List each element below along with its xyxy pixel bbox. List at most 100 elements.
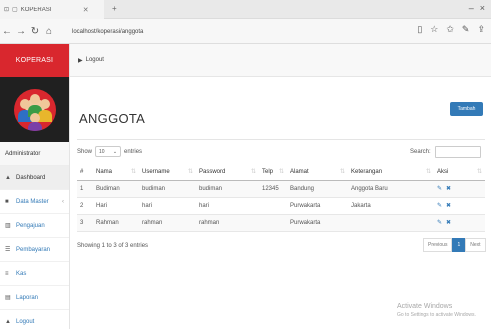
logout-link[interactable]: Logout	[86, 57, 104, 63]
table-row: 1 Budiman budiman budiman 12345 Bandung …	[77, 180, 485, 198]
sidebar-item-label: Logout	[16, 318, 35, 325]
add-member-button[interactable]: Tambah	[450, 102, 483, 116]
table-row: 2 Hari hari hari Purwakarta Jakarta ✎ ✖	[77, 197, 485, 215]
logout-arrow-icon: ▶	[78, 57, 83, 64]
toolbar-icons: ▯ ☆ ✩ ✎ ⇪	[417, 24, 485, 35]
cell: Hari	[93, 197, 139, 215]
delete-icon[interactable]: ✖	[446, 186, 451, 192]
column-header[interactable]: Username ⇅	[139, 164, 196, 181]
column-header[interactable]: #	[77, 164, 93, 181]
bar-chart-icon: ▥	[5, 223, 11, 229]
back-icon[interactable]: ←	[0, 26, 14, 37]
cell: rahman	[139, 214, 196, 232]
column-header[interactable]: Alamat ⇅	[287, 164, 348, 181]
profile-panel	[0, 77, 69, 142]
cell: hari	[139, 197, 196, 215]
address-bar: ← → ↻ ⌂ localhost/koperasi/anggota ▯ ☆ ✩…	[0, 19, 491, 44]
column-header[interactable]: Telp ⇅	[259, 164, 287, 181]
table-info: Showing 1 to 3 of 3 entries	[77, 243, 149, 249]
next-page-button[interactable]: Next	[465, 238, 486, 252]
forward-icon[interactable]: →	[14, 26, 28, 37]
entries-length-control: Show 10 ⌄ entries	[77, 146, 142, 157]
previous-page-button[interactable]: Previous	[423, 238, 453, 252]
avatar	[13, 88, 56, 131]
cell: budiman	[139, 180, 196, 198]
column-header[interactable]: Password ⇅	[196, 164, 259, 181]
list-icon: ■	[5, 198, 9, 205]
tab-title: KOPERASI	[20, 6, 52, 13]
page-title: ANGGOTA	[79, 111, 146, 126]
dashboard-icon: ▲	[5, 174, 11, 181]
home-icon[interactable]: ⌂	[42, 26, 56, 37]
delete-icon[interactable]: ✖	[446, 220, 451, 226]
delete-icon[interactable]: ✖	[446, 203, 451, 209]
user-role: Administrator	[0, 142, 69, 166]
sidebar-item-logout[interactable]: ▲ Logout	[0, 310, 69, 329]
column-header[interactable]: Aksi ⇅	[434, 164, 485, 181]
window-controls: – ×	[469, 3, 485, 13]
close-window-icon[interactable]: ×	[480, 3, 485, 13]
cell: Jakarta	[348, 197, 434, 215]
sort-icon: ⇅	[476, 169, 482, 175]
share-icon[interactable]: ⇪	[477, 24, 485, 35]
table-search: Search:	[410, 146, 481, 158]
sidebar: KOPERASI Administrator ▲ Dashboard ■ Dat…	[0, 44, 70, 329]
sidebar-item-pengajuan[interactable]: ▥ Pengajuan	[0, 214, 69, 238]
chevron-down-icon: ⌄	[112, 148, 118, 155]
search-input[interactable]	[434, 146, 481, 158]
sidebar-item-dashboard[interactable]: ▲ Dashboard	[0, 166, 69, 190]
reading-view-icon[interactable]: ▯	[417, 24, 422, 35]
url-field[interactable]: localhost/koperasi/anggota	[72, 24, 402, 39]
sidebar-item-label: Laporan	[16, 294, 39, 301]
sidebar-item-data-master[interactable]: ■ Data Master ‹	[0, 190, 69, 214]
back-tab-icon: ⊡	[4, 7, 10, 13]
sidebar-item-laporan[interactable]: ▤ Laporan	[0, 286, 69, 310]
sort-icon: ⇅	[187, 169, 193, 175]
sort-icon: ⇅	[130, 169, 136, 175]
divider	[77, 139, 485, 140]
column-header[interactable]: Nama ⇅	[93, 164, 139, 181]
sort-icon: ⇅	[250, 169, 256, 175]
new-tab-icon[interactable]: +	[112, 4, 117, 13]
entries-select-value: 10	[99, 148, 105, 155]
notes-icon[interactable]: ✎	[462, 24, 470, 35]
browser-tab-bar: ⊡ ▢ KOPERASI ✕ + – ×	[0, 0, 491, 19]
cell: 3	[77, 214, 93, 232]
cell	[259, 197, 287, 215]
chevron-left-icon: ‹	[62, 198, 64, 205]
column-header[interactable]: Keterangan ⇅	[348, 164, 434, 181]
refresh-icon[interactable]: ↻	[28, 26, 42, 37]
sort-icon: ⇅	[278, 169, 284, 175]
entries-label: entries	[124, 148, 143, 155]
edit-icon[interactable]: ✎	[437, 220, 442, 226]
table-icon: ☰	[5, 247, 11, 253]
edit-icon[interactable]: ✎	[437, 203, 442, 209]
cell: Purwakarta	[287, 214, 348, 232]
favorite-star-icon[interactable]: ☆	[430, 24, 438, 35]
show-label: Show	[77, 148, 93, 155]
cell: 1	[77, 180, 93, 198]
cell: Anggota Baru	[348, 180, 434, 198]
cell	[259, 214, 287, 232]
cell: 2	[77, 197, 93, 215]
sidebar-item-pembayaran[interactable]: ☰ Pembayaran	[0, 238, 69, 262]
cell: 12345	[259, 180, 287, 198]
sidebar-item-label: Dashboard	[16, 174, 46, 181]
user-icon: ▲	[5, 318, 11, 325]
cell: budiman	[196, 180, 259, 198]
cell: Purwakarta	[287, 197, 348, 215]
top-navbar: ▶ Logout	[70, 44, 491, 77]
browser-tab[interactable]: ⊡ ▢ KOPERASI ✕	[0, 0, 104, 19]
sidebar-item-label: Pengajuan	[16, 222, 45, 229]
close-tab-icon[interactable]: ✕	[83, 6, 89, 14]
favorites-icon[interactable]: ✩	[446, 24, 454, 35]
actions-cell: ✎ ✖	[434, 180, 485, 198]
cell	[348, 214, 434, 232]
entries-select[interactable]: 10 ⌄	[95, 146, 122, 157]
actions-cell: ✎ ✖	[434, 214, 485, 232]
edit-icon[interactable]: ✎	[437, 186, 442, 192]
sidebar-item-kas[interactable]: ≡ Kas	[0, 262, 69, 286]
brand-logo[interactable]: KOPERASI	[0, 44, 69, 77]
minimize-icon[interactable]: –	[469, 3, 474, 13]
page-1-button[interactable]: 1	[452, 238, 466, 252]
